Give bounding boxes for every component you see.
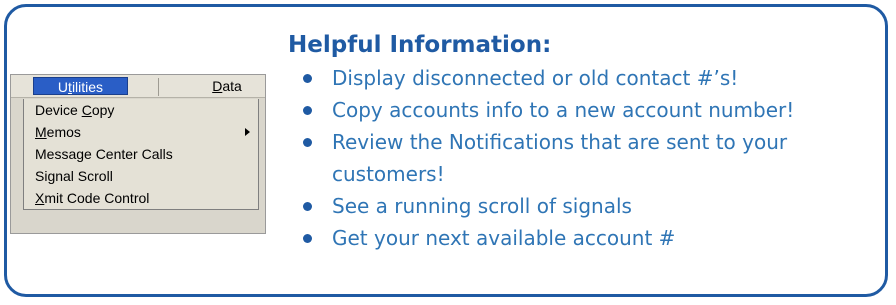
menu-item-xmit-code-control[interactable]: Xmit Code Control [24, 187, 258, 209]
menu-bar: Utilities Data [11, 75, 265, 98]
bullet-icon [303, 138, 312, 147]
menu-item-text: Message Center Calls [35, 146, 173, 162]
bullet-icon [303, 106, 312, 115]
info-item: Review the Notifications that are sent t… [300, 126, 885, 190]
info-item: Copy accounts info to a new account numb… [300, 94, 885, 126]
menu-data[interactable]: Data [207, 77, 247, 95]
menu-data-label: Data [212, 78, 242, 94]
menu-separator [158, 78, 159, 96]
menu-item-signal-scroll[interactable]: Signal Scroll [24, 165, 258, 187]
menu-item-accesskey: M [35, 124, 47, 140]
submenu-arrow-icon [245, 128, 250, 136]
info-item-text: Get your next available account # [332, 226, 676, 250]
info-list: Display disconnected or old contact #’s!… [300, 62, 885, 254]
info-item-text: Review the Notifications that are sent t… [332, 130, 788, 186]
info-item: Display disconnected or old contact #’s! [300, 62, 885, 94]
menu-item-message-center-calls[interactable]: Message Center Calls [24, 143, 258, 165]
menu-utilities[interactable]: Utilities [33, 77, 128, 95]
info-item-text: See a running scroll of signals [332, 194, 632, 218]
menu-utilities-label: Utilities [57, 79, 104, 95]
info-item-text: Display disconnected or old contact #’s! [332, 66, 739, 90]
menu-item-text: Device [35, 102, 82, 118]
info-item: See a running scroll of signals [300, 190, 885, 222]
menu-item-accesskey: X [35, 190, 45, 206]
menu-item-text: mit Code Control [44, 190, 150, 206]
bullet-icon [303, 74, 312, 83]
menu-item-text: emos [46, 124, 81, 140]
utilities-dropdown: Device Copy Memos Message Center Calls S… [23, 99, 259, 210]
menu-item-device-copy[interactable]: Device Copy [24, 99, 258, 121]
bullet-icon [303, 202, 312, 211]
menu-item-text: Signal Scroll [35, 168, 113, 184]
menu-item-memos[interactable]: Memos [24, 121, 258, 143]
info-item: Get your next available account # [300, 222, 885, 254]
utilities-menu: Utilities Data Device Copy Memos Message… [10, 74, 266, 234]
menu-item-accesskey: C [81, 102, 92, 118]
bullet-icon [303, 234, 312, 243]
info-item-text: Copy accounts info to a new account numb… [332, 98, 795, 122]
menu-item-text: opy [91, 102, 115, 118]
info-title: Helpful Information: [288, 32, 552, 58]
